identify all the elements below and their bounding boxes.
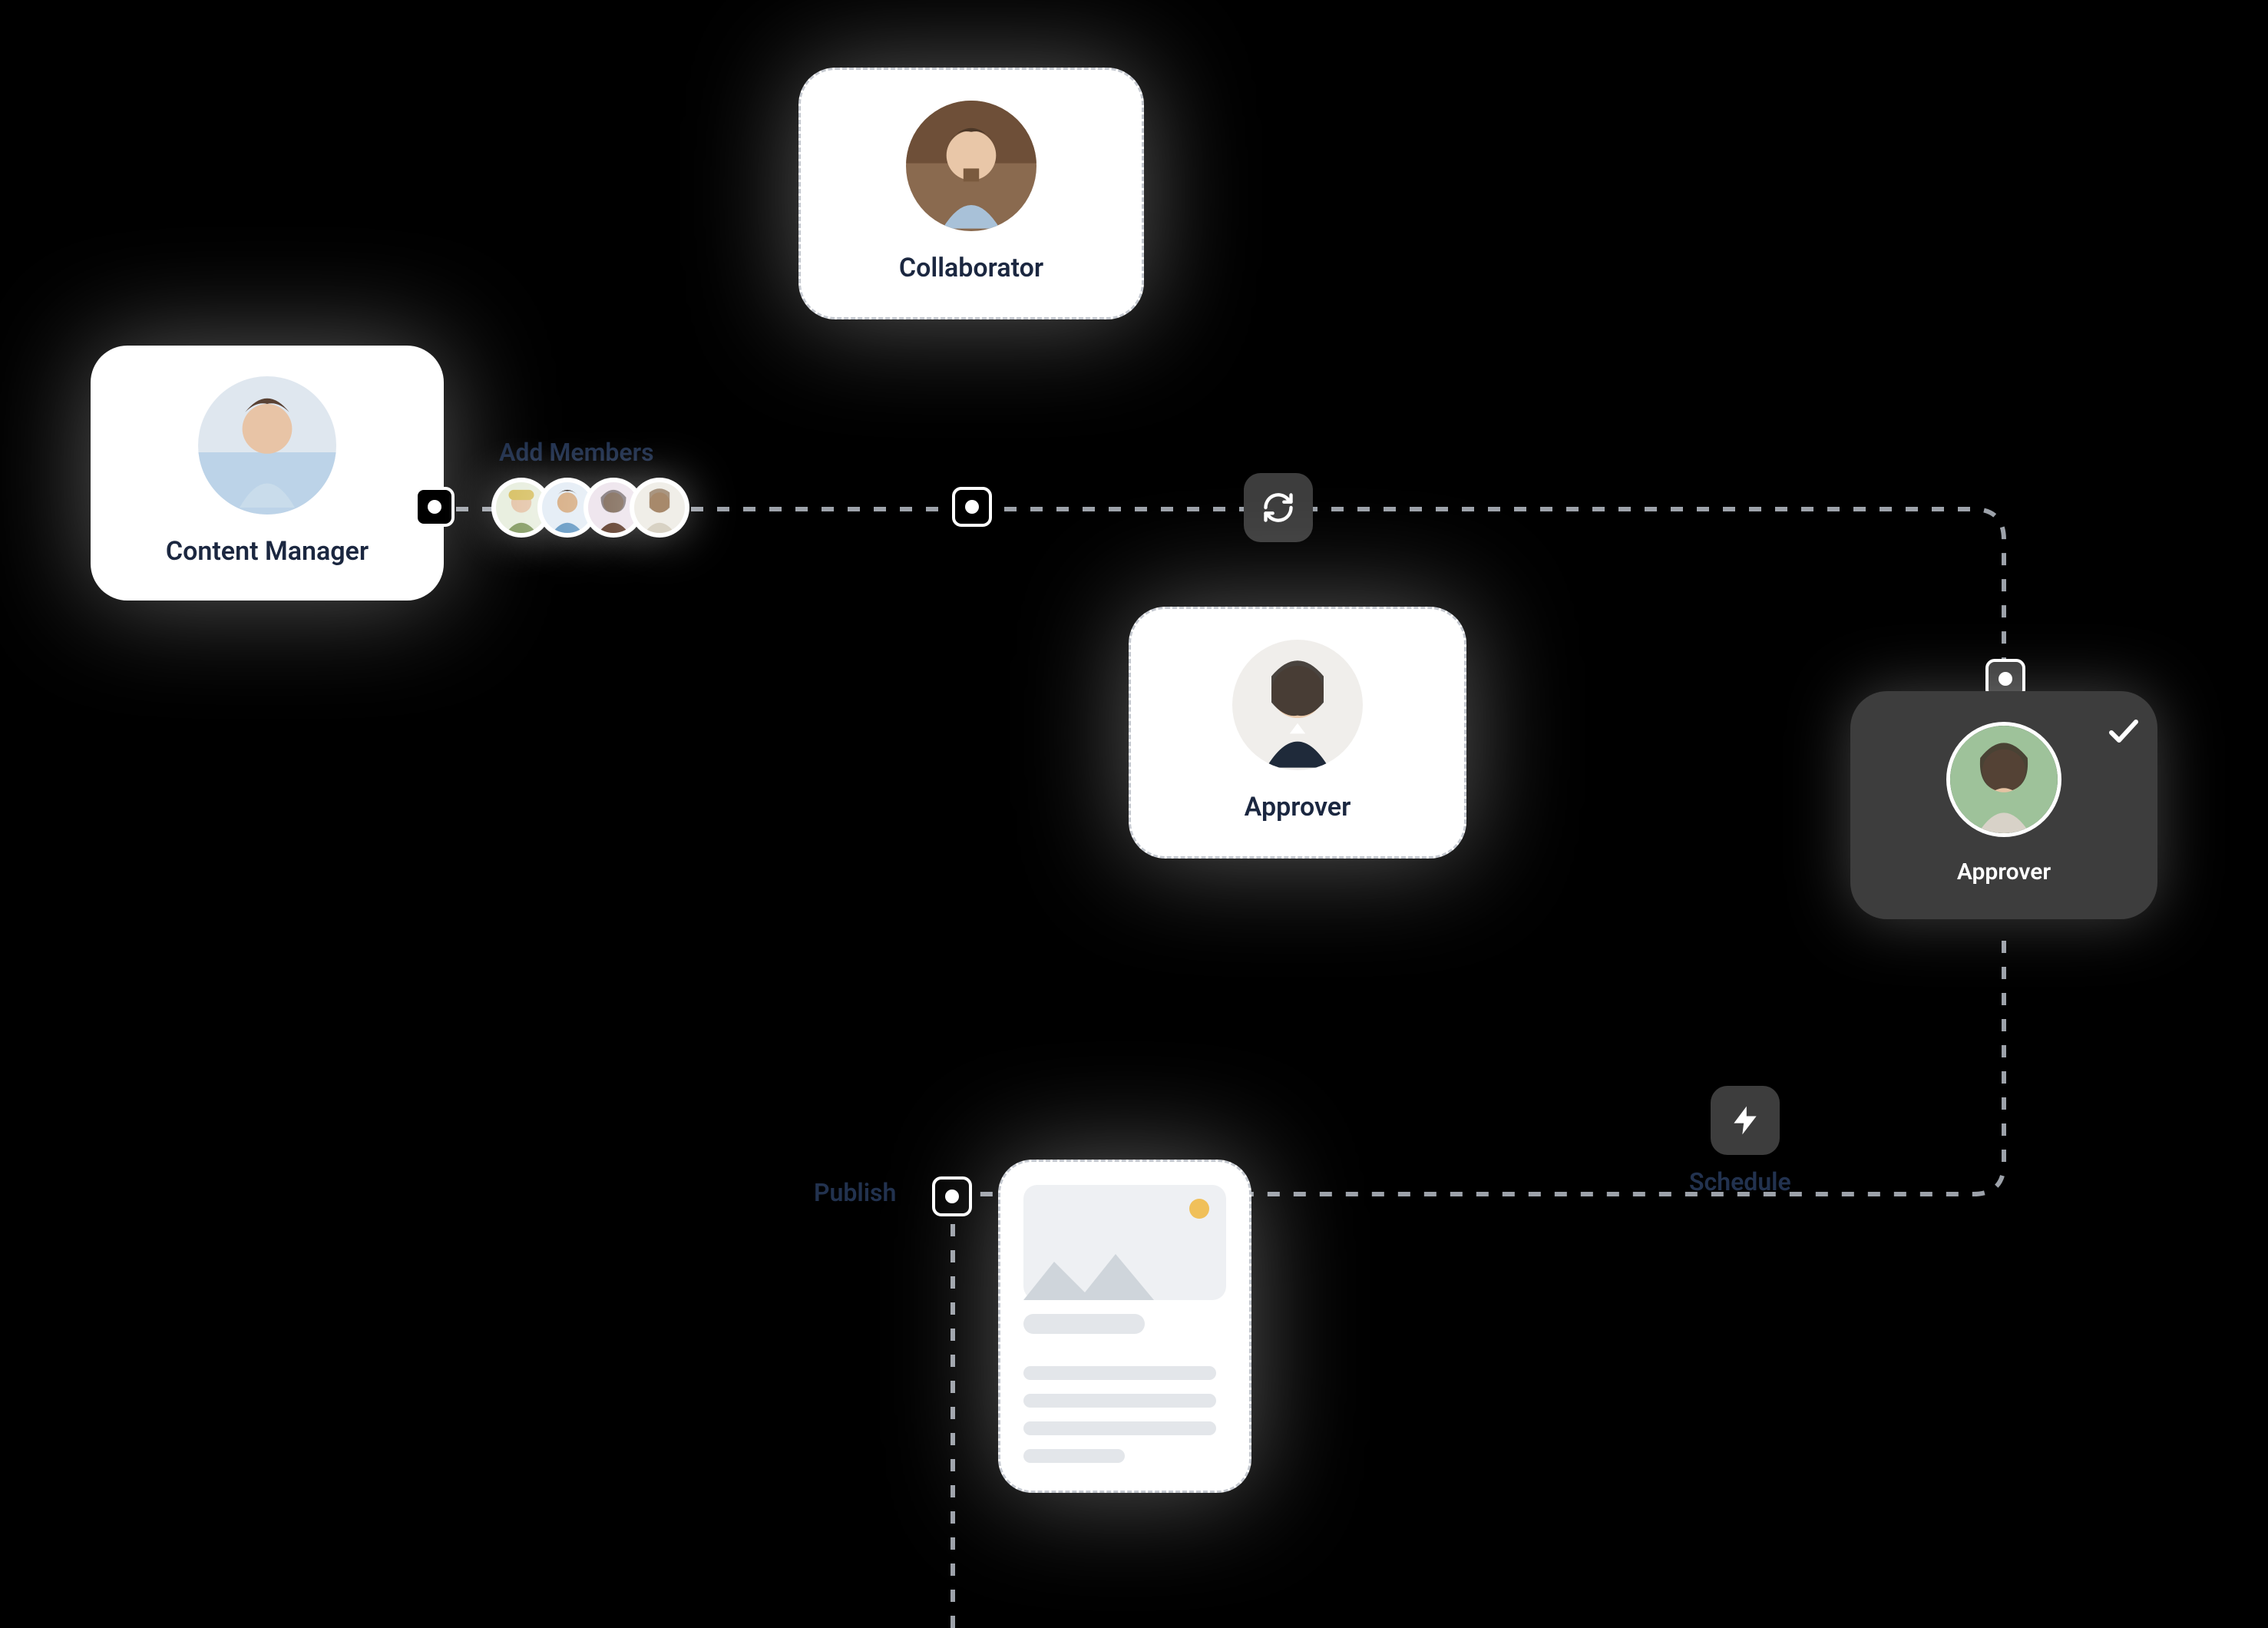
content-manager-card[interactable]: Content Manager <box>91 346 444 601</box>
content-manager-label: Content Manager <box>166 536 369 567</box>
member-avatars[interactable] <box>491 478 689 538</box>
collaborator-card[interactable]: Collaborator <box>798 68 1144 319</box>
connector-node <box>415 487 455 527</box>
placeholder-line <box>1023 1421 1216 1435</box>
check-icon <box>2105 713 2142 749</box>
post-preview-card[interactable] <box>998 1160 1251 1493</box>
placeholder-line <box>1023 1449 1125 1463</box>
collaborator-label: Collaborator <box>899 253 1043 283</box>
placeholder-line <box>1023 1394 1216 1408</box>
approver-final-card[interactable]: Approver <box>1850 691 2157 919</box>
avatar <box>1946 722 2061 837</box>
placeholder-line <box>1023 1314 1145 1334</box>
avatar <box>1232 640 1363 770</box>
post-thumbnail <box>1023 1185 1226 1300</box>
publish-label: Publish <box>814 1178 896 1207</box>
schedule-label: Schedule <box>1689 1167 1791 1196</box>
schedule-icon[interactable] <box>1711 1086 1780 1155</box>
avatar <box>906 101 1036 231</box>
placeholder-line <box>1023 1366 1216 1380</box>
avatar <box>198 376 336 515</box>
repeat-icon[interactable] <box>1244 473 1313 542</box>
approver-final-label: Approver <box>1957 859 2051 885</box>
approver-label: Approver <box>1245 792 1351 822</box>
publish-node <box>932 1176 972 1216</box>
approver-card[interactable]: Approver <box>1129 607 1466 859</box>
connector-node <box>952 487 992 527</box>
workflow-diagram: Content Manager Add Members Collaborator <box>0 0 2268 1627</box>
add-members-label: Add Members <box>499 438 654 467</box>
